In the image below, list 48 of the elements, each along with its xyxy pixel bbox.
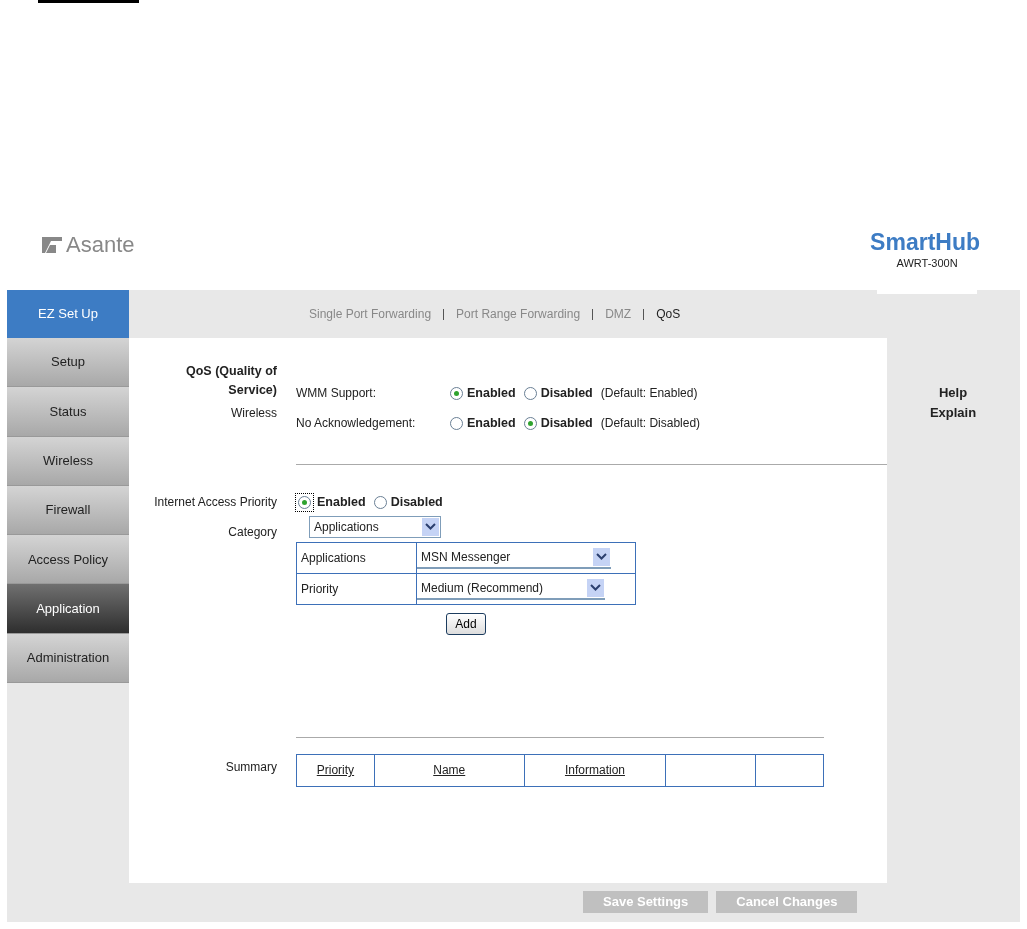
column-header[interactable]: Information bbox=[524, 754, 666, 787]
sidebar-item[interactable]: Status bbox=[7, 387, 129, 437]
option-label: Enabled bbox=[317, 494, 366, 511]
field-label: WMM Support: bbox=[296, 385, 377, 402]
add-button[interactable]: Add bbox=[446, 612, 486, 635]
field-label: Category bbox=[227, 524, 277, 541]
section-label: Wireless bbox=[230, 404, 277, 422]
field-label: Internet Access Priority bbox=[153, 494, 277, 511]
caret-icon bbox=[587, 578, 604, 597]
dropdown[interactable]: Medium (Recommend) bbox=[417, 577, 605, 600]
sidebar-item[interactable]: Administration bbox=[7, 633, 129, 684]
table-cell: Applications bbox=[296, 542, 417, 574]
category-dropdown[interactable]: Applications bbox=[309, 515, 441, 538]
product-name: SmartHub bbox=[870, 231, 980, 254]
table-cell: Priority bbox=[296, 573, 417, 605]
radio-button[interactable] bbox=[450, 386, 463, 400]
brand-logo: Asante bbox=[66, 231, 135, 259]
option-label: Disabled bbox=[540, 384, 593, 402]
help-title: Help bbox=[937, 384, 969, 402]
radio-button[interactable] bbox=[373, 495, 387, 509]
radio-button[interactable] bbox=[450, 416, 463, 430]
caret-icon bbox=[593, 547, 610, 566]
logo-icon bbox=[42, 236, 62, 253]
option-label: Disabled bbox=[390, 494, 443, 511]
option-label: Disabled bbox=[540, 414, 593, 432]
ez-setup-button[interactable]: EZ Set Up bbox=[7, 290, 129, 338]
model-name: AWRT-300N bbox=[896, 257, 958, 269]
field-label: Summary bbox=[225, 759, 277, 774]
option-label: Enabled bbox=[467, 384, 516, 402]
nav-tab[interactable]: QoS bbox=[648, 305, 689, 323]
radio-button[interactable] bbox=[298, 495, 311, 509]
sidebar-item[interactable]: Application bbox=[7, 584, 129, 634]
column-header[interactable]: Name bbox=[374, 754, 525, 787]
dropdown[interactable]: MSN Messenger bbox=[417, 546, 611, 569]
explain-link[interactable]: Explain bbox=[887, 402, 1019, 422]
radio-button[interactable] bbox=[523, 416, 537, 430]
column-header[interactable]: Priority bbox=[296, 754, 375, 787]
option-label: Enabled bbox=[467, 414, 516, 432]
default-note: (Default: Disabled) bbox=[600, 415, 701, 432]
radio-button[interactable] bbox=[523, 386, 537, 400]
sidebar-item[interactable]: Wireless bbox=[7, 436, 129, 486]
default-note: (Default: Enabled) bbox=[600, 385, 698, 402]
sidebar-item[interactable]: Access Policy bbox=[7, 535, 129, 585]
section-title: QoS (Quality of Service) bbox=[185, 363, 277, 399]
sidebar-item[interactable]: Setup bbox=[7, 338, 129, 388]
caret-icon bbox=[422, 517, 439, 536]
field-label: No Acknowledgement: bbox=[296, 415, 417, 432]
sidebar-item[interactable]: Firewall bbox=[7, 485, 129, 536]
